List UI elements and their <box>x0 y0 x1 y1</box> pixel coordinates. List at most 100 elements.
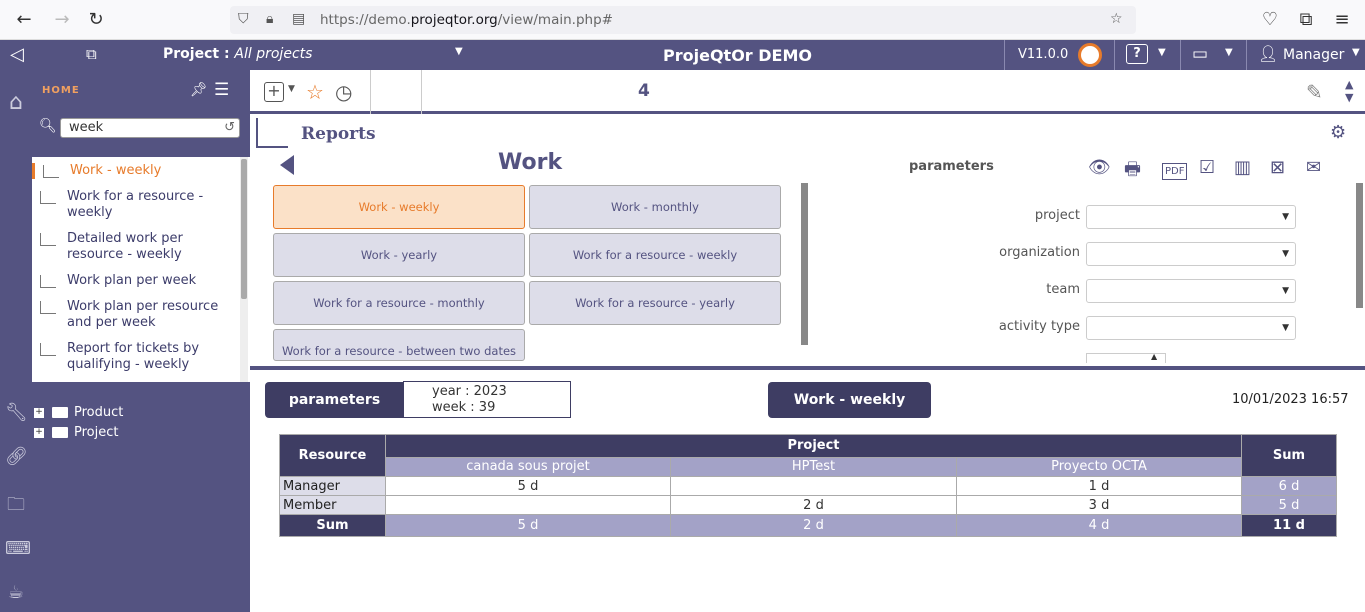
project-selector[interactable]: Project : All projects <box>163 46 312 62</box>
screens-icon[interactable]: ⧉ <box>86 45 97 63</box>
collapse-menu-icon[interactable]: ◁ <box>10 44 24 65</box>
param-label: organization <box>999 245 1080 260</box>
side-menu: HOME 📌︎ ☰ 🔍︎ week ↺ Work - weekly Work f… <box>32 70 250 612</box>
menu-scrollbar[interactable] <box>240 157 248 382</box>
column-total-cell: 4 d <box>956 514 1242 537</box>
reload-icon[interactable]: ↻ <box>84 8 108 32</box>
tree-item-label: Product <box>74 405 124 420</box>
menu-icon[interactable]: ≡ <box>1330 8 1354 32</box>
help-icon[interactable]: ? <box>1126 44 1148 64</box>
monitor-icon[interactable]: ▭ <box>1192 44 1208 64</box>
activity-type-select[interactable]: ▼ <box>1086 316 1296 340</box>
address-bar[interactable]: ⛉ 🔒︎ ▤ https://demo.projeqtor.org/view/m… <box>230 6 1136 34</box>
partial-number-input[interactable]: ▲ <box>1086 353 1166 363</box>
row-sum-cell: 5 d <box>1241 495 1337 515</box>
chevron-down-icon[interactable]: ▼ <box>1225 47 1233 58</box>
lock-icon[interactable]: 🔒︎ <box>266 11 273 27</box>
menu-item-tickets-qualifying-weekly[interactable]: Report for tickets by qualifying - weekl… <box>32 341 240 373</box>
report-button-label: Work for a resource - weekly <box>572 248 738 262</box>
report-button-resource-weekly[interactable]: Work for a resource - weekly <box>529 233 781 277</box>
report-list-scrollbar[interactable] <box>801 183 808 345</box>
page-info-icon[interactable]: ▤ <box>292 11 305 27</box>
menu-item-work-plan-resource-week[interactable]: Work plan per resource and per week <box>32 299 240 331</box>
tree-item-project[interactable]: + Project <box>34 425 118 440</box>
pdf-icon[interactable]: PDF <box>1162 163 1188 180</box>
chevron-down-icon[interactable]: ▼ <box>1282 249 1289 259</box>
menu-list-icon[interactable]: ☰ <box>214 80 229 100</box>
coffee-icon[interactable]: ☕︎ <box>5 582 27 604</box>
main-toolbar: + ▼ ☆ ◷ 4 ✎ ▲ ▼ <box>250 70 1365 114</box>
folder-icon[interactable]: 🗀 <box>5 492 27 515</box>
report-chart-icon <box>43 165 59 178</box>
link-icon[interactable]: 🔗︎ <box>5 446 28 468</box>
menu-item-detailed-work-weekly[interactable]: Detailed work per resource - weekly <box>32 231 240 263</box>
divider <box>1004 40 1005 70</box>
chevron-down-icon[interactable]: ▼ <box>1282 323 1289 333</box>
back-icon[interactable]: ← <box>12 8 36 32</box>
favorite-icon[interactable]: ☆ <box>306 80 324 104</box>
shield-icon[interactable]: ⛉ <box>238 11 249 27</box>
add-icon[interactable]: + <box>264 82 284 102</box>
result-parameter-values: year : 2023 week : 39 <box>403 381 571 418</box>
user-name[interactable]: Manager <box>1283 47 1344 63</box>
bookmark-star-icon[interactable]: ☆ <box>1110 11 1123 27</box>
reports-title: Reports <box>301 124 376 144</box>
chevron-down-icon[interactable]: ▼ <box>1158 47 1166 58</box>
chevron-down-icon[interactable]: ▼ <box>1282 212 1289 222</box>
code-icon[interactable]: ⌨ <box>5 538 31 560</box>
team-select[interactable]: ▼ <box>1086 279 1296 303</box>
chevron-down-icon[interactable]: ▼ <box>455 46 463 57</box>
divider <box>1114 40 1115 70</box>
expand-icon[interactable]: + <box>34 407 44 418</box>
calendar-check-icon[interactable]: ☑ <box>1199 157 1215 178</box>
tools-icon[interactable]: 🔧︎ <box>5 402 28 424</box>
back-arrow-icon[interactable] <box>280 155 294 175</box>
menu-item-work-plan-week[interactable]: Work plan per week <box>32 273 240 289</box>
menu-item-label: Work plan per week <box>67 273 197 288</box>
organization-select[interactable]: ▼ <box>1086 242 1296 266</box>
forward-icon[interactable]: → <box>50 8 74 32</box>
app-title: ProjeQtOr DEMO <box>663 46 812 65</box>
report-button-resource-between-dates[interactable]: Work for a resource - between two dates <box>273 329 525 361</box>
param-label: team <box>1046 282 1080 297</box>
pocket-icon[interactable]: ♡ <box>1258 8 1282 32</box>
project-column-header: HPTest <box>670 456 957 478</box>
left-icon-bar: ⌂ 🔧︎ 🔗︎ 🗀 ⌨ ☕︎ <box>0 70 32 612</box>
chevron-down-icon[interactable]: ▼ <box>1282 286 1289 296</box>
expand-icon[interactable]: + <box>34 427 44 438</box>
report-button-resource-monthly[interactable]: Work for a resource - monthly <box>273 281 525 325</box>
user-icon[interactable]: 👤︎ <box>1258 44 1278 63</box>
stepper-up-icon[interactable]: ▲ <box>1151 354 1157 361</box>
print-icon[interactable]: 🖶 <box>1124 157 1141 187</box>
report-button-work-yearly[interactable]: Work - yearly <box>273 233 525 277</box>
report-settings-icon[interactable]: ⚙ <box>1330 122 1346 143</box>
project-select[interactable]: ▼ <box>1086 205 1296 229</box>
report-button-work-monthly[interactable]: Work - monthly <box>529 185 781 229</box>
scroll-arrows-icon[interactable]: ▲ ▼ <box>1345 78 1353 104</box>
result-parameters-text: parameters <box>288 392 381 408</box>
sum-header: Sum <box>1241 434 1337 477</box>
excel-icon[interactable]: ⊠ <box>1270 157 1285 178</box>
url-text[interactable]: https://demo.projeqtor.org/view/main.php… <box>320 12 613 28</box>
parameters-scrollbar[interactable] <box>1356 183 1363 308</box>
tree-item-product[interactable]: + Product <box>34 405 123 420</box>
menu-item-work-resource-weekly[interactable]: Work for a resource - weekly <box>32 189 240 221</box>
report-chart-icon <box>40 233 56 246</box>
email-icon[interactable]: ✉ <box>1306 157 1321 178</box>
extensions-icon[interactable]: ⧉ <box>1294 8 1318 32</box>
history-icon[interactable]: ◷ <box>335 80 352 104</box>
report-button-resource-yearly[interactable]: Work for a resource - yearly <box>529 281 781 325</box>
report-button-work-weekly[interactable]: Work - weekly <box>273 185 525 229</box>
scrollbar-thumb[interactable] <box>241 159 247 299</box>
home-icon[interactable]: ⌂ <box>5 90 27 115</box>
menu-item-work-weekly[interactable]: Work - weekly <box>32 163 240 179</box>
chevron-down-icon[interactable]: ▼ <box>288 84 295 94</box>
view-eye-icon[interactable]: 👁︎ <box>1088 157 1111 178</box>
edit-pencil-icon[interactable]: ✎ <box>1306 80 1323 104</box>
pin-icon[interactable]: 📌︎ <box>190 82 208 98</box>
menu-search-input[interactable]: week ↺ <box>60 118 240 138</box>
chart-icon[interactable]: ▥ <box>1234 157 1251 178</box>
reset-icon[interactable]: ↺ <box>224 119 235 137</box>
chevron-down-icon[interactable]: ▼ <box>1352 47 1360 58</box>
panel-splitter[interactable] <box>250 366 1365 370</box>
